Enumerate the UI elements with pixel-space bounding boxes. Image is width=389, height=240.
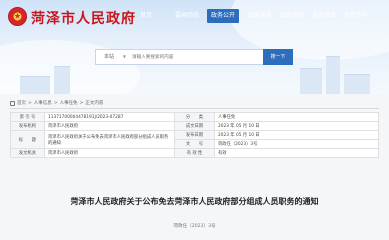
table-row: 发文机关 菏泽市人民政府 有 效 性 有效 <box>10 148 379 158</box>
banner-building <box>326 56 340 94</box>
banner-building <box>300 68 322 94</box>
value-publisher: 菏泽市人民政府 <box>44 121 175 131</box>
label-publish-date: 发布日期 <box>174 130 215 140</box>
search-input[interactable] <box>132 50 258 64</box>
breadcrumb-item-home[interactable]: 首页 <box>17 100 26 106</box>
value-index-number: 11371700004478191J/2023-07287 <box>44 112 175 122</box>
value-issuing-authority: 菏泽市人民政府 <box>44 148 175 158</box>
table-row: 索 引 号 11371700004478191J/2023-07287 分 类 … <box>10 112 379 122</box>
document-number: 菏政任〔2023〕3号 <box>173 224 216 229</box>
document-title: 菏泽市人民政府关于公布免去菏泽市人民政府部分组成人员职务的通知 <box>70 197 319 206</box>
nav-item-news[interactable]: 要闻动态 <box>171 9 203 23</box>
nav-item-topics[interactable]: 专题专栏 <box>340 9 372 23</box>
banner-building <box>20 76 50 94</box>
value-publish-date: 2023 年 05 月 10 日 <box>214 130 379 140</box>
value-doc-number: 菏政任〔2023〕3号 <box>214 139 379 149</box>
document-info-table: 索 引 号 11371700004478191J/2023-07287 分 类 … <box>10 112 379 158</box>
nav-item-home[interactable]: 首页 <box>136 9 156 23</box>
nav-item-gov-affairs[interactable]: 政务公开 <box>207 9 240 23</box>
home-icon <box>10 100 15 106</box>
breadcrumb-item-current: 正文内容 <box>85 101 104 106</box>
label-doc-number: 文 号 <box>174 139 215 149</box>
breadcrumb: 首页 > 人事信息 > 人事任免 > 正文内容 <box>10 100 103 106</box>
breadcrumb-separator: > <box>28 100 32 106</box>
label-index-number: 索 引 号 <box>10 112 45 122</box>
table-row: 标 题 菏泽市人民政府关于公布免去菏泽市人民政府部分组成人员职务的通知 发布日期… <box>10 130 379 149</box>
main-nav: 首页 要闻动态 政务公开 政务服务 政民互动 走进菏泽 专题专栏 <box>0 9 389 23</box>
label-validity: 有 效 性 <box>174 148 215 158</box>
nav-item-about[interactable]: 走进菏泽 <box>308 9 340 23</box>
label-issuing-authority: 发文机关 <box>10 148 45 158</box>
breadcrumb-item-appointments[interactable]: 人事任免 <box>60 100 78 106</box>
chevron-down-icon: ▼ <box>122 54 126 59</box>
breadcrumb-separator: > <box>53 100 58 106</box>
label-category: 分 类 <box>174 112 215 122</box>
nav-item-services[interactable]: 政务服务 <box>244 9 276 23</box>
table-row: 发布机构 菏泽市人民政府 成文日期 2023 年 05 月 10 日 <box>10 121 379 131</box>
label-publisher: 发布机构 <box>10 121 45 131</box>
breadcrumb-separator: > <box>79 100 84 106</box>
search-button[interactable]: 搜一下 <box>263 49 293 65</box>
nav-item-interaction[interactable]: 政民互动 <box>276 9 308 23</box>
search-category-label: 本站 <box>104 54 115 60</box>
banner-building <box>344 74 370 94</box>
value-title: 菏泽市人民政府关于公布免去菏泽市人民政府部分组成人员职务的通知 <box>44 130 175 149</box>
breadcrumb-item-personnel[interactable]: 人事信息 <box>34 100 52 106</box>
value-validity: 有效 <box>214 148 379 158</box>
search-bar: 本站 ▼ 搜一下 <box>95 49 293 65</box>
search-category-select[interactable]: 本站 ▼ <box>96 50 130 64</box>
value-written-date: 2023 年 05 月 10 日 <box>214 121 379 131</box>
header-banner: ★ 菏泽市人民政府 首页 要闻动态 政务公开 政务服务 政民互动 走进菏泽 专题… <box>0 0 389 94</box>
divider <box>10 108 379 109</box>
label-written-date: 成文日期 <box>174 121 215 131</box>
value-category: 人事任免 <box>214 112 379 122</box>
label-title: 标 题 <box>10 130 45 149</box>
banner-building <box>54 66 70 94</box>
